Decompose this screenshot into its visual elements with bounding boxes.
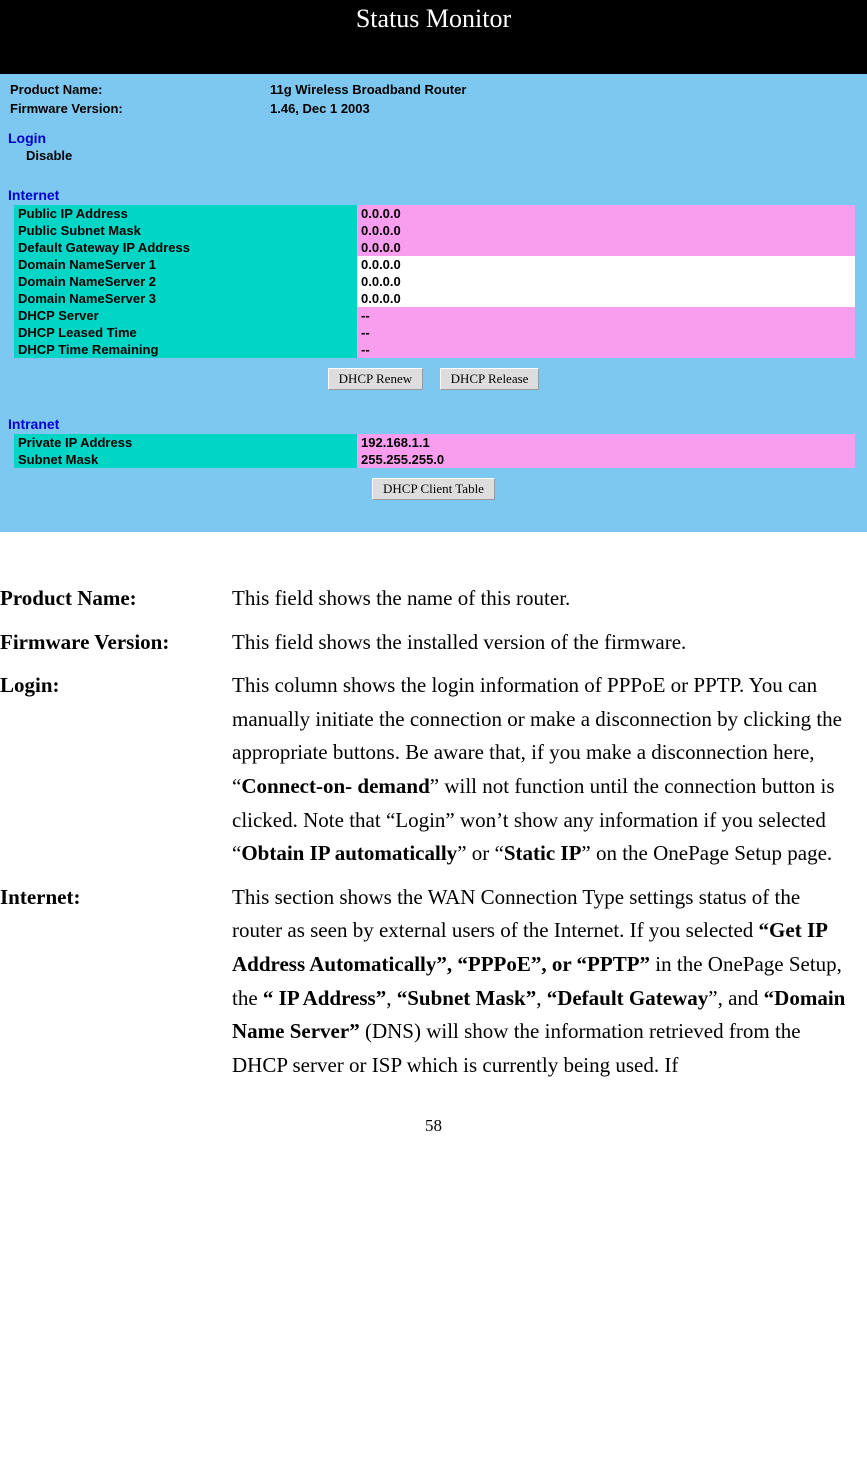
bold: Connect-on- demand: [241, 774, 429, 798]
row-label: Domain NameServer 2: [14, 273, 357, 290]
row-value: 0.0.0.0: [357, 239, 855, 256]
firmware-row: Firmware Version: 1.46, Dec 1 2003: [10, 101, 857, 116]
row-value: 0.0.0.0: [357, 222, 855, 239]
row-label: DHCP Leased Time: [14, 324, 357, 341]
row-label: Private IP Address: [14, 434, 357, 451]
bold: “Default Gateway: [547, 986, 709, 1010]
doc-value: This field shows the name of this router…: [232, 582, 847, 616]
row-label: DHCP Server: [14, 307, 357, 324]
table-row: Default Gateway IP Address0.0.0.0: [14, 239, 855, 256]
table-row: Domain NameServer 30.0.0.0: [14, 290, 855, 307]
row-label: Public IP Address: [14, 205, 357, 222]
row-value: --: [357, 341, 855, 358]
bold: “ IP Address”: [263, 986, 386, 1010]
doc-internet: Internet: This section shows the WAN Con…: [0, 881, 847, 1083]
row-value: 0.0.0.0: [357, 290, 855, 307]
documentation-text: Product Name: This field shows the name …: [0, 532, 867, 1082]
internet-section-header: Internet: [0, 187, 867, 203]
row-value: 0.0.0.0: [357, 256, 855, 273]
row-value: 255.255.255.0: [357, 451, 855, 468]
doc-label: Product Name:: [0, 582, 232, 616]
row-label: Domain NameServer 3: [14, 290, 357, 307]
page-number: 58: [0, 1092, 867, 1146]
doc-label: Login:: [0, 669, 232, 871]
doc-value: This section shows the WAN Connection Ty…: [232, 881, 847, 1083]
intranet-button-row: DHCP Client Table: [0, 468, 867, 520]
doc-login: Login: This column shows the login infor…: [0, 669, 847, 871]
dhcp-renew-button[interactable]: DHCP Renew: [328, 368, 424, 390]
row-label: DHCP Time Remaining: [14, 341, 357, 358]
table-row: DHCP Server --: [14, 307, 855, 324]
status-monitor-screenshot: Status Monitor Product Name: 11g Wireles…: [0, 0, 867, 532]
row-label: Subnet Mask: [14, 451, 357, 468]
table-row: Public Subnet Mask0.0.0.0: [14, 222, 855, 239]
row-label: Default Gateway IP Address: [14, 239, 357, 256]
doc-label: Firmware Version:: [0, 626, 232, 660]
text: This section shows the WAN Connection Ty…: [232, 885, 800, 943]
text: ” on the OnePage Setup page.: [581, 841, 832, 865]
dhcp-client-table-button[interactable]: DHCP Client Table: [372, 478, 495, 500]
login-section-header: Login: [0, 130, 867, 146]
doc-product-name: Product Name: This field shows the name …: [0, 582, 847, 616]
internet-table: Public IP Address0.0.0.0 Public Subnet M…: [14, 205, 855, 358]
intranet-table: Private IP Address192.168.1.1 Subnet Mas…: [14, 434, 855, 468]
bold: “Subnet Mask”: [397, 986, 536, 1010]
row-value: 0.0.0.0: [357, 273, 855, 290]
product-info-block: Product Name: 11g Wireless Broadband Rou…: [0, 74, 867, 124]
text: ” or “: [457, 841, 504, 865]
table-row: Domain NameServer 20.0.0.0: [14, 273, 855, 290]
product-name-row: Product Name: 11g Wireless Broadband Rou…: [10, 82, 857, 97]
row-value: --: [357, 307, 855, 324]
firmware-value: 1.46, Dec 1 2003: [270, 101, 370, 116]
text: ”, and: [708, 986, 763, 1010]
bold: Static IP: [504, 841, 582, 865]
table-row: DHCP Time Remaining --: [14, 341, 855, 358]
row-label: Public Subnet Mask: [14, 222, 357, 239]
table-row: Private IP Address192.168.1.1: [14, 434, 855, 451]
text: ,: [536, 986, 547, 1010]
internet-button-row: DHCP Renew DHCP Release: [0, 358, 867, 410]
row-label: Domain NameServer 1: [14, 256, 357, 273]
page-title: Status Monitor: [0, 0, 867, 74]
row-value: 192.168.1.1: [357, 434, 855, 451]
table-row: Subnet Mask255.255.255.0: [14, 451, 855, 468]
intranet-section-header: Intranet: [0, 416, 867, 432]
row-value: 0.0.0.0: [357, 205, 855, 222]
doc-label: Internet:: [0, 881, 232, 1083]
text: ,: [386, 986, 397, 1010]
firmware-label: Firmware Version:: [10, 101, 270, 116]
table-row: DHCP Leased Time --: [14, 324, 855, 341]
product-name-label: Product Name:: [10, 82, 270, 97]
table-row: Domain NameServer 10.0.0.0: [14, 256, 855, 273]
login-value: Disable: [0, 148, 867, 181]
dhcp-release-button[interactable]: DHCP Release: [440, 368, 540, 390]
table-row: Public IP Address0.0.0.0: [14, 205, 855, 222]
bold: Obtain IP automatically: [241, 841, 457, 865]
doc-firmware: Firmware Version: This field shows the i…: [0, 626, 847, 660]
doc-value: This field shows the installed version o…: [232, 626, 847, 660]
doc-value: This column shows the login information …: [232, 669, 847, 871]
product-name-value: 11g Wireless Broadband Router: [270, 82, 466, 97]
row-value: --: [357, 324, 855, 341]
